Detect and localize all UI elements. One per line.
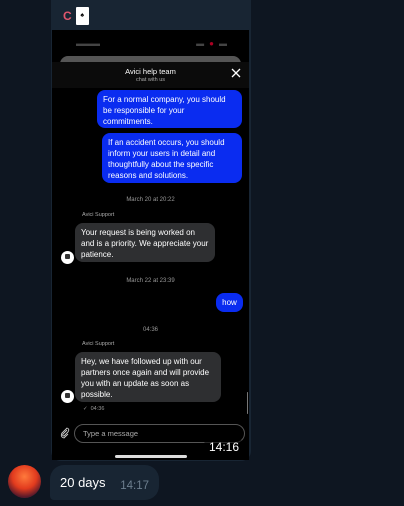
agent-message: Hey, we have followed up with our partne…: [75, 352, 221, 402]
user-message: If an accident occurs, you should inform…: [102, 133, 242, 183]
agent-name: Avici Support: [82, 212, 115, 218]
telegram-message-bubble[interactable]: 20 days 14:17: [50, 465, 159, 500]
user-message: how: [216, 293, 243, 312]
avatar[interactable]: [8, 465, 41, 498]
sender-row: C ♠: [63, 7, 89, 25]
support-chat-title: Avici help team: [125, 67, 176, 76]
phone-status-bar: ▬▬▬ ▬ ● ▬: [52, 30, 249, 56]
time-separator: March 20 at 20:22: [126, 197, 175, 203]
time-separator: 04:36: [142, 327, 158, 333]
paperclip-icon[interactable]: [60, 427, 70, 439]
read-receipt: ✓ 04:36: [83, 406, 104, 412]
message-text: 20 days: [60, 475, 106, 490]
scrollbar[interactable]: [246, 392, 248, 414]
home-indicator: [115, 455, 187, 458]
message-time: 14:17: [120, 479, 149, 492]
agent-avatar: [61, 390, 74, 403]
agent-avatar: [61, 251, 74, 264]
support-chat-header: Avici help team chat with us: [52, 62, 249, 88]
screenshot-image[interactable]: ▬▬▬ ▬ ● ▬ Avici help team chat with us For…: [52, 30, 249, 460]
message-time: 14:16: [203, 439, 246, 455]
read-time: 04:36: [90, 406, 105, 412]
time-separator: March 22 at 23:39: [126, 278, 175, 284]
status-icons: ▬ ● ▬: [196, 38, 227, 48]
agent-message: Your request is being worked on and is a…: [75, 223, 215, 262]
sender-initial: C: [63, 9, 72, 23]
agent-name: Avici Support: [82, 341, 115, 347]
support-chat-subtitle: chat with us: [135, 77, 166, 83]
support-chat-messages: For a normal company, you should be resp…: [52, 88, 249, 422]
read-check-icon: ✓: [83, 406, 88, 412]
status-time-blurred: ▬▬▬: [76, 38, 100, 48]
sender-card-icon: ♠: [75, 7, 89, 25]
user-message: For a normal company, you should be resp…: [97, 90, 242, 128]
close-icon[interactable]: [231, 68, 241, 78]
